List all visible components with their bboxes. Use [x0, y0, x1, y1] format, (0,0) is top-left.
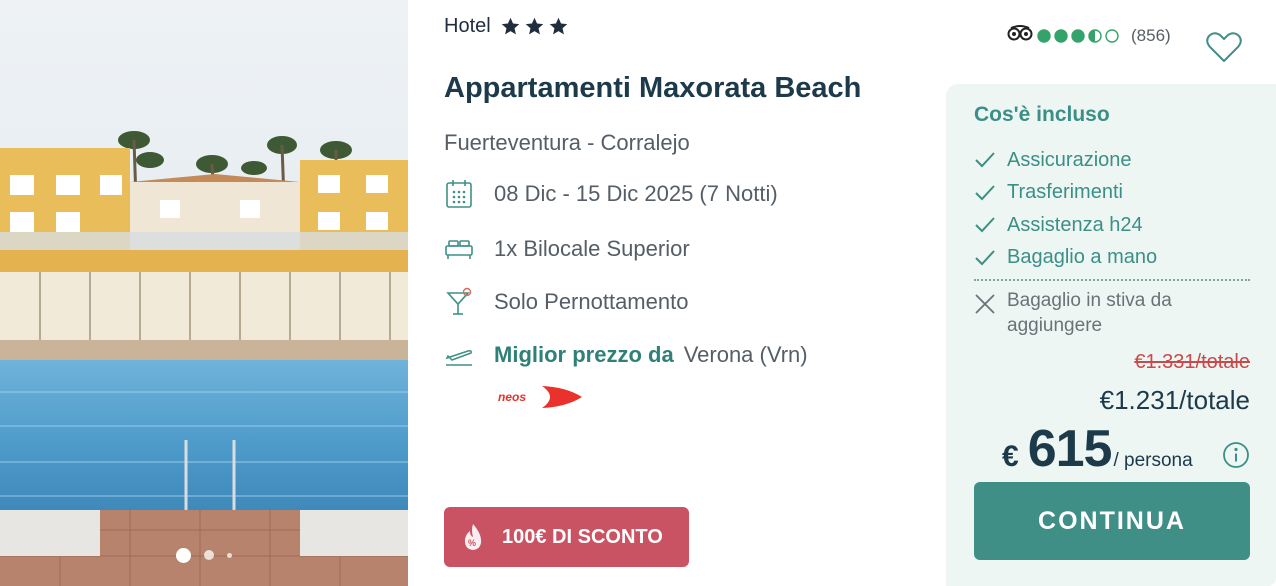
tripadvisor-rating[interactable]: (856): [1007, 25, 1171, 46]
continue-button[interactable]: CONTINUA: [974, 482, 1250, 560]
review-count: (856): [1131, 25, 1171, 45]
discount-flame-icon: %: [458, 522, 488, 552]
star-icon: [549, 17, 567, 35]
old-total-price: €1.331/totale: [1134, 351, 1250, 373]
favorite-heart-icon[interactable]: [1204, 29, 1244, 65]
price-amount: 615: [1027, 420, 1113, 478]
hotel-stars: [500, 16, 569, 37]
check-icon: [974, 216, 996, 234]
total-price: €1.231/totale: [1099, 385, 1250, 415]
included-item: Bagaglio a mano: [974, 242, 1157, 275]
airline-logo: neos: [496, 383, 584, 411]
svg-text:%: %: [468, 538, 476, 548]
board-info: Solo Pernottamento: [444, 287, 688, 317]
included-item: Trasferimenti: [974, 177, 1157, 210]
included-item: Assicurazione: [974, 144, 1157, 177]
calendar-icon: [444, 179, 474, 209]
hotel-info: Hotel Appartamenti Maxorata Beach Fuerte…: [444, 0, 924, 586]
rating-bubble: [1105, 28, 1119, 43]
carousel-dot-2[interactable]: [204, 550, 214, 560]
included-title: Cos'è incluso: [974, 103, 1110, 126]
included-item-label: Assicurazione: [1007, 148, 1132, 171]
included-item: Assistenza h24: [974, 209, 1157, 242]
divider: [974, 279, 1250, 281]
info-icon[interactable]: [1222, 441, 1250, 469]
included-item-label: Trasferimenti: [1007, 181, 1123, 204]
check-icon: [974, 249, 996, 267]
carousel-dot-1[interactable]: [176, 547, 191, 563]
check-icon: [974, 151, 996, 169]
included-item-label: Bagaglio a mano: [1007, 246, 1158, 269]
flight-info: Miglior prezzo da Verona (Vrn): [444, 340, 808, 370]
star-icon: [525, 17, 543, 35]
rating-bubble: [1037, 28, 1051, 43]
included-panel: Cos'è incluso Assicurazione Trasferiment…: [946, 84, 1276, 586]
price-unit: / persona: [1113, 450, 1193, 471]
bed-icon: [444, 234, 474, 264]
hotel-type-label: Hotel: [444, 15, 491, 37]
room-text: 1x Bilocale Superior: [494, 236, 690, 261]
svg-text:neos: neos: [498, 390, 526, 404]
board-text: Solo Pernottamento: [494, 289, 689, 314]
hotel-photo-carousel[interactable]: [0, 0, 408, 586]
currency-symbol: €: [1002, 440, 1019, 473]
hotel-offer-card: Hotel Appartamenti Maxorata Beach Fuerte…: [0, 0, 1276, 586]
rating-bubble: [1088, 28, 1102, 43]
flight-origin: Verona (Vrn): [683, 342, 808, 367]
discount-label: 100€ DI SCONTO: [502, 525, 663, 548]
close-icon: [974, 293, 996, 315]
dates-text: 08 Dic - 15 Dic 2025 (7 Notti): [494, 181, 778, 206]
travel-dates: 08 Dic - 15 Dic 2025 (7 Notti): [444, 179, 778, 209]
hotel-photo: [0, 0, 408, 586]
best-price-label: Miglior prezzo da: [494, 342, 674, 367]
check-icon: [974, 184, 996, 202]
plane-takeoff-icon: [444, 340, 474, 370]
per-person-price: € 615 / persona: [1002, 419, 1193, 479]
room-info: 1x Bilocale Superior: [444, 234, 690, 264]
included-list: Assicurazione Trasferimenti Assistenza h…: [974, 144, 1157, 274]
rating-bubble: [1071, 28, 1085, 43]
carousel-dots[interactable]: [0, 546, 408, 564]
included-item-label: Assistenza h24: [1007, 213, 1143, 236]
excluded-item: Bagaglio in stiva da aggiungere: [974, 288, 1247, 338]
excluded-item-label: Bagaglio in stiva da aggiungere: [1007, 290, 1172, 336]
tripadvisor-icon: [1007, 25, 1033, 46]
cocktail-icon: [444, 287, 474, 317]
hotel-location: Fuerteventura - Corralejo: [444, 130, 690, 155]
star-icon: [501, 17, 519, 35]
rating-bubbles: [1037, 28, 1119, 43]
discount-badge: % 100€ DI SCONTO: [444, 507, 689, 567]
rating-bubble: [1054, 28, 1068, 43]
hotel-category: Hotel: [444, 15, 569, 38]
hotel-name[interactable]: Appartamenti Maxorata Beach: [444, 72, 861, 105]
carousel-dot-3[interactable]: [227, 552, 232, 558]
